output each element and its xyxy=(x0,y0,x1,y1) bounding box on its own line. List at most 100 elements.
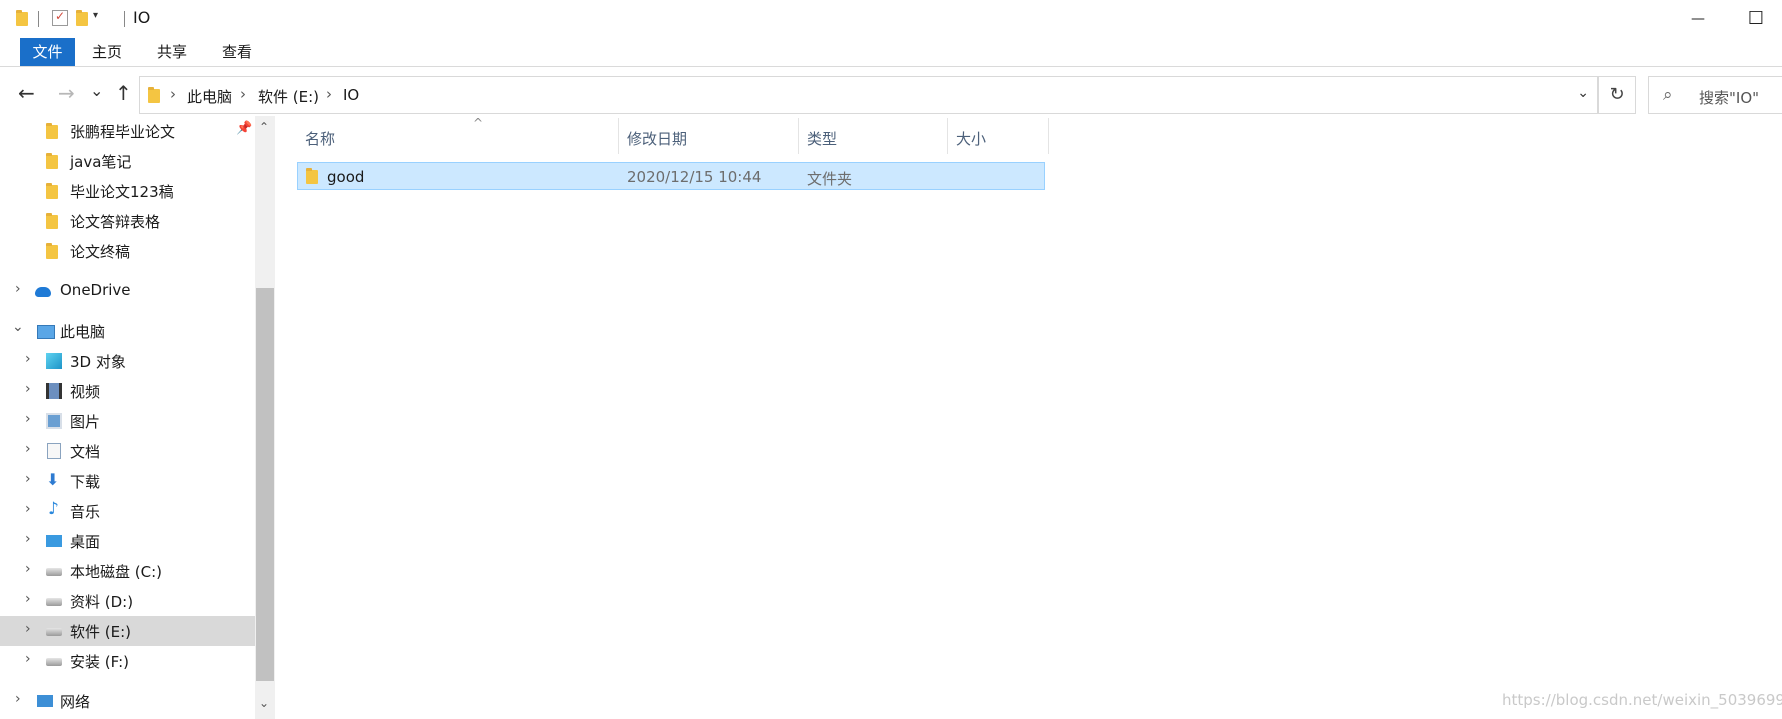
expand-chevron-icon[interactable]: › xyxy=(15,691,21,707)
sidebar-item-downloads[interactable]: › ⬇ 下载 xyxy=(0,466,255,496)
sidebar-scrollbar[interactable]: ⌃ ⌄ xyxy=(255,116,275,719)
sidebar-item-this-pc[interactable]: ⌄ 此电脑 xyxy=(0,316,255,346)
sidebar-item-documents[interactable]: › 文档 xyxy=(0,436,255,466)
sidebar-item-pictures[interactable]: › 图片 xyxy=(0,406,255,436)
expand-chevron-icon[interactable]: › xyxy=(25,501,31,517)
tab-home[interactable]: 主页 xyxy=(86,38,128,66)
sidebar-item-drive-c[interactable]: › 本地磁盘 (C:) xyxy=(0,556,255,586)
sidebar-item-music[interactable]: › ♪ 音乐 xyxy=(0,496,255,526)
pictures-icon xyxy=(46,413,62,429)
sidebar-item-drive-f[interactable]: › 安装 (F:) xyxy=(0,646,255,676)
expand-chevron-icon[interactable]: › xyxy=(25,351,31,367)
sidebar-item-label: OneDrive xyxy=(60,281,131,299)
column-header-size[interactable]: 大小 xyxy=(948,118,1049,154)
refresh-button[interactable]: ↻ xyxy=(1598,76,1636,114)
collapse-chevron-icon[interactable]: ⌄ xyxy=(12,319,24,335)
sidebar-item-label: 安装 (F:) xyxy=(70,653,129,671)
sidebar-item-onedrive[interactable]: › OneDrive xyxy=(0,276,255,306)
column-header-label: 修改日期 xyxy=(627,130,688,148)
breadcrumb-io[interactable]: IO xyxy=(343,86,359,104)
sidebar-item-label: 软件 (E:) xyxy=(70,623,132,641)
scroll-thumb[interactable] xyxy=(256,288,274,681)
expand-chevron-icon[interactable]: › xyxy=(25,561,31,577)
navigation-bar: ← → ⌄ ↑ › 此电脑 › 软件 (E:) › IO ⌄ ↻ ⌕ 搜索"IO… xyxy=(0,72,1782,116)
expand-chevron-icon[interactable]: › xyxy=(25,471,31,487)
drive-icon xyxy=(46,658,62,666)
drive-icon xyxy=(46,628,62,636)
folder-icon xyxy=(46,183,58,199)
sidebar-item-quick-1[interactable]: 张鹏程毕业论文 📌 xyxy=(0,116,255,146)
column-header-type[interactable]: 类型 xyxy=(799,118,948,154)
properties-icon[interactable]: ✓ xyxy=(52,9,68,26)
scroll-up-icon[interactable]: ⌃ xyxy=(259,120,269,134)
pin-icon[interactable]: 📌 xyxy=(236,121,252,136)
scroll-down-icon[interactable]: ⌄ xyxy=(259,696,269,710)
breadcrumb-drive-e[interactable]: 软件 (E:) xyxy=(258,86,319,107)
video-icon xyxy=(46,383,62,399)
maximize-button[interactable]: ☐ xyxy=(1727,0,1782,38)
expand-chevron-icon[interactable]: › xyxy=(25,411,31,427)
sidebar-item-3d-objects[interactable]: › 3D 对象 xyxy=(0,346,255,376)
column-header-label: 类型 xyxy=(807,130,838,148)
sidebar-item-label: 下载 xyxy=(70,473,101,491)
sidebar-item-label: 文档 xyxy=(70,443,101,461)
folder-icon xyxy=(46,123,58,139)
ribbon-tabs: 文件 主页 共享 查看 xyxy=(0,38,1782,67)
recent-locations-button[interactable]: ⌄ xyxy=(90,80,103,102)
breadcrumb-separator[interactable]: › xyxy=(240,85,246,103)
desktop-icon xyxy=(46,535,62,547)
divider xyxy=(38,11,39,27)
back-button[interactable]: ← xyxy=(18,82,35,104)
expand-chevron-icon[interactable]: › xyxy=(25,651,31,667)
column-header-name[interactable]: ^ 名称 xyxy=(297,116,619,154)
search-input[interactable]: ⌕ 搜索"IO" xyxy=(1648,76,1782,114)
sidebar-item-quick-2[interactable]: java笔记 xyxy=(0,146,255,176)
sidebar-item-label: 本地磁盘 (C:) xyxy=(70,563,162,581)
expand-chevron-icon[interactable]: › xyxy=(25,591,31,607)
onedrive-icon xyxy=(35,287,51,297)
sidebar-item-quick-5[interactable]: 论文终稿 xyxy=(0,236,255,266)
expand-chevron-icon[interactable]: › xyxy=(25,441,31,457)
tab-file[interactable]: 文件 xyxy=(20,38,75,66)
tab-share[interactable]: 共享 xyxy=(151,38,193,66)
sidebar-item-label: 音乐 xyxy=(70,503,101,521)
minimize-button[interactable]: — xyxy=(1669,0,1727,38)
column-header-label: 大小 xyxy=(956,130,987,148)
breadcrumb-separator[interactable]: › xyxy=(170,85,176,103)
up-button[interactable]: ↑ xyxy=(115,82,132,104)
expand-chevron-icon[interactable]: › xyxy=(25,621,31,637)
sidebar-item-drive-d[interactable]: › 资料 (D:) xyxy=(0,586,255,616)
sidebar-item-drive-e[interactable]: › 软件 (E:) xyxy=(0,616,255,646)
folder-icon xyxy=(306,168,318,184)
expand-chevron-icon[interactable]: › xyxy=(25,381,31,397)
expand-chevron-icon[interactable]: › xyxy=(15,281,21,297)
sidebar-item-label: 论文答辩表格 xyxy=(70,213,161,231)
sidebar-item-desktop[interactable]: › 桌面 xyxy=(0,526,255,556)
expand-chevron-icon[interactable]: › xyxy=(25,531,31,547)
search-icon: ⌕ xyxy=(1663,85,1673,105)
navigation-pane: 张鹏程毕业论文 📌 java笔记 毕业论文123稿 论文答辩表格 论文终稿 › … xyxy=(0,116,275,719)
3d-objects-icon xyxy=(46,353,62,369)
file-modified: 2020/12/15 10:44 xyxy=(627,168,762,186)
sidebar-item-videos[interactable]: › 视频 xyxy=(0,376,255,406)
title-bar: ✓ ▾ IO — ☐ xyxy=(0,0,1782,38)
sidebar-item-quick-4[interactable]: 论文答辩表格 xyxy=(0,206,255,236)
breadcrumb-separator[interactable]: › xyxy=(326,85,332,103)
computer-icon xyxy=(37,325,55,339)
tab-view[interactable]: 查看 xyxy=(216,38,258,66)
sidebar-item-quick-3[interactable]: 毕业论文123稿 xyxy=(0,176,255,206)
drive-icon xyxy=(46,598,62,606)
breadcrumb-this-pc[interactable]: 此电脑 xyxy=(187,86,232,107)
address-dropdown-icon[interactable]: ⌄ xyxy=(1577,85,1589,101)
drive-icon xyxy=(46,568,62,576)
column-header-modified[interactable]: 修改日期 xyxy=(619,118,799,154)
sidebar-item-network[interactable]: › 网络 xyxy=(0,686,255,716)
new-folder-icon[interactable] xyxy=(76,10,88,26)
folder-icon xyxy=(46,153,58,169)
address-bar[interactable]: › 此电脑 › 软件 (E:) › IO ⌄ xyxy=(139,76,1598,114)
customize-dropdown-icon[interactable]: ▾ xyxy=(93,10,109,26)
table-row[interactable]: good 2020/12/15 10:44 文件夹 xyxy=(297,162,1045,190)
sidebar-item-label: 论文终稿 xyxy=(70,243,131,261)
forward-button[interactable]: → xyxy=(58,82,75,104)
downloads-icon: ⬇ xyxy=(46,470,60,489)
